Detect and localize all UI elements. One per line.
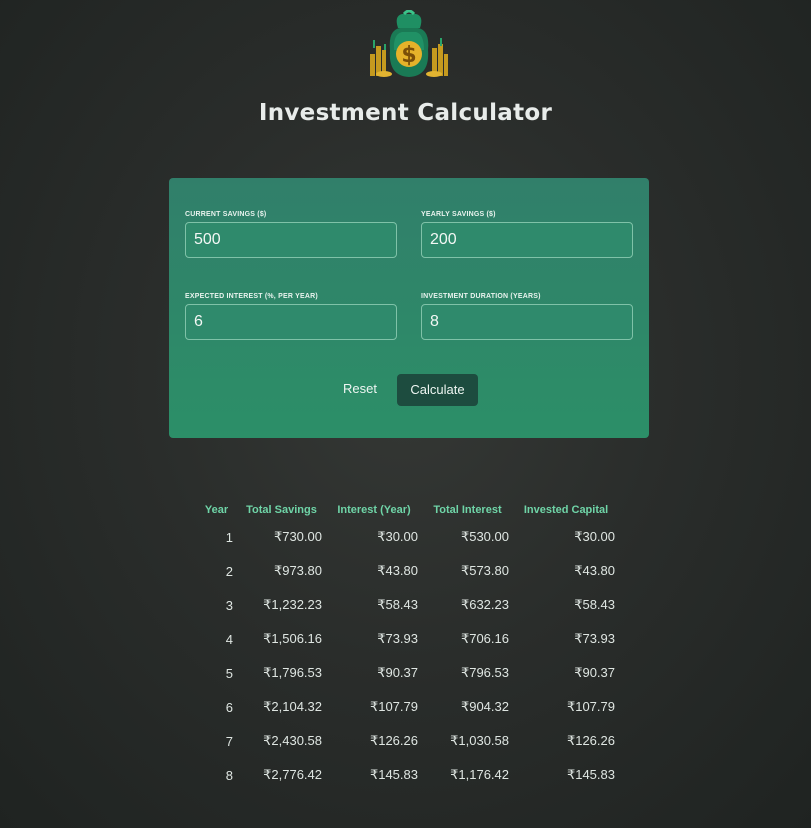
svg-text:$: $	[401, 43, 416, 68]
cell-invested-capital: ₹107.79	[566, 699, 615, 714]
cell-total-interest: ₹706.16	[460, 631, 509, 646]
cell-year: 4	[225, 631, 233, 647]
current-savings-label: Current Savings ($)	[185, 211, 267, 218]
cell-total-interest: ₹530.00	[460, 529, 509, 544]
yearly-savings-label: Yearly Savings ($)	[421, 211, 496, 218]
cell-total-savings: ₹973.80	[273, 563, 322, 578]
table-row: 2 ₹973.80 ₹43.80 ₹573.80 ₹43.80	[196, 554, 619, 588]
cell-invested-capital: ₹90.37	[574, 665, 615, 680]
table-row: 8 ₹2,776.42 ₹145.83 ₹1,176.42 ₹145.83	[196, 758, 619, 792]
cell-invested-capital: ₹126.26	[566, 733, 615, 748]
cell-interest-year: ₹58.43	[377, 597, 418, 612]
cell-interest-year: ₹145.83	[369, 767, 418, 782]
cell-invested-capital: ₹145.83	[566, 767, 615, 782]
page-title: Investment Calculator	[258, 100, 553, 126]
cell-year: 3	[225, 597, 233, 613]
cell-total-savings: ₹1,506.16	[263, 631, 322, 646]
duration-input[interactable]: 8	[421, 304, 633, 340]
cell-total-savings: ₹2,776.42	[263, 767, 322, 782]
current-savings-field: Current Savings ($) 500	[185, 211, 397, 258]
money-bag-icon: $	[366, 9, 452, 80]
cell-year: 1	[225, 529, 233, 545]
table-row: 5 ₹1,796.53 ₹90.37 ₹796.53 ₹90.37	[196, 656, 619, 690]
cell-invested-capital: ₹73.93	[574, 631, 615, 646]
expected-interest-input[interactable]: 6	[185, 304, 397, 340]
cell-total-interest: ₹1,030.58	[450, 733, 509, 748]
cell-total-interest: ₹632.23	[460, 597, 509, 612]
calculator-form: Current Savings ($) 500 Yearly Savings (…	[169, 178, 649, 438]
cell-interest-year: ₹126.26	[369, 733, 418, 748]
cell-year: 2	[225, 563, 233, 579]
cell-total-interest: ₹1,176.42	[450, 767, 509, 782]
cell-interest-year: ₹73.93	[377, 631, 418, 646]
cell-interest-year: ₹43.80	[377, 563, 418, 578]
yearly-savings-input[interactable]: 200	[421, 222, 633, 258]
cell-invested-capital: ₹58.43	[574, 597, 615, 612]
table-row: 6 ₹2,104.32 ₹107.79 ₹904.32 ₹107.79	[196, 690, 619, 724]
current-savings-input[interactable]: 500	[185, 222, 397, 258]
results-table: Year Total Savings Interest (Year) Total…	[196, 500, 619, 792]
cell-total-savings: ₹730.00	[273, 529, 322, 544]
cell-total-savings: ₹2,104.32	[263, 699, 322, 714]
duration-label: Investment Duration (years)	[421, 293, 541, 300]
table-row: 1 ₹730.00 ₹30.00 ₹530.00 ₹30.00	[196, 520, 619, 554]
column-header-total-interest: Total Interest	[433, 504, 502, 516]
cell-year: 7	[225, 733, 233, 749]
cell-year: 6	[225, 699, 233, 715]
column-header-interest-year: Interest (Year)	[337, 504, 411, 516]
table-header-row: Year Total Savings Interest (Year) Total…	[196, 500, 619, 520]
column-header-invested-capital: Invested Capital	[523, 504, 609, 516]
cell-year: 5	[225, 665, 233, 681]
cell-total-interest: ₹904.32	[460, 699, 509, 714]
cell-total-savings: ₹1,796.53	[263, 665, 322, 680]
cell-invested-capital: ₹43.80	[574, 563, 615, 578]
duration-field: Investment Duration (years) 8	[421, 293, 633, 340]
reset-button[interactable]: Reset	[337, 376, 383, 402]
expected-interest-field: Expected Interest (%, per year) 6	[185, 293, 397, 340]
table-row: 3 ₹1,232.23 ₹58.43 ₹632.23 ₹58.43	[196, 588, 619, 622]
yearly-savings-field: Yearly Savings ($) 200	[421, 211, 633, 258]
cell-interest-year: ₹30.00	[377, 529, 418, 544]
column-header-year: Year	[204, 504, 229, 516]
expected-interest-label: Expected Interest (%, per year)	[185, 293, 318, 300]
cell-total-interest: ₹796.53	[460, 665, 509, 680]
cell-total-savings: ₹1,232.23	[263, 597, 322, 612]
cell-total-interest: ₹573.80	[460, 563, 509, 578]
cell-invested-capital: ₹30.00	[574, 529, 615, 544]
column-header-total-savings: Total Savings	[246, 504, 317, 516]
cell-interest-year: ₹107.79	[369, 699, 418, 714]
calculate-button[interactable]: Calculate	[397, 374, 478, 406]
cell-interest-year: ₹90.37	[377, 665, 418, 680]
cell-total-savings: ₹2,430.58	[263, 733, 322, 748]
table-row: 7 ₹2,430.58 ₹126.26 ₹1,030.58 ₹126.26	[196, 724, 619, 758]
cell-year: 8	[225, 767, 233, 783]
table-row: 4 ₹1,506.16 ₹73.93 ₹706.16 ₹73.93	[196, 622, 619, 656]
